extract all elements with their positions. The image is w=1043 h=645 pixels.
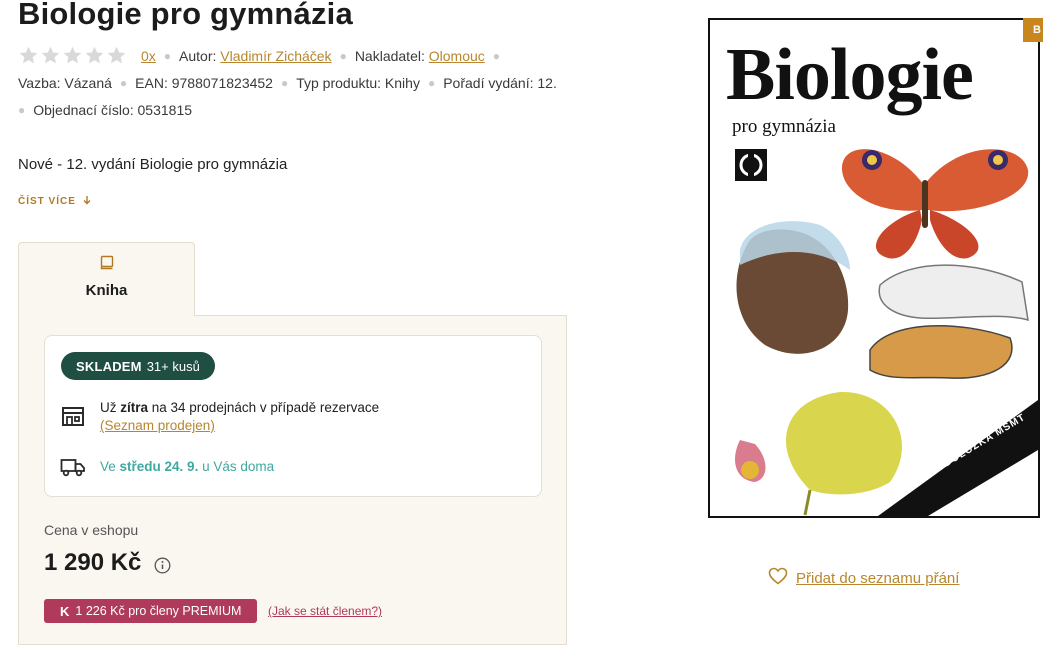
separator-dot: ●: [163, 48, 172, 63]
publisher-label: Nakladatel:: [354, 47, 425, 64]
separator-dot: ●: [18, 103, 26, 117]
star-icon: [84, 45, 105, 66]
stock-count: 31+ kusů: [146, 358, 200, 374]
separator-dot: ●: [492, 48, 501, 63]
premium-price-badge[interactable]: K 1 226 Kč pro členy PREMIUM: [44, 599, 258, 623]
stock-badge: SKLADEM 31+ kusů: [61, 352, 215, 380]
truck-icon: [60, 457, 86, 482]
home-delivery: Ve středu 24. 9. u Vás doma: [100, 459, 274, 474]
store-suffix: na 34 prodejnách v případě rezervace: [148, 400, 380, 415]
store-list-link[interactable]: (Seznam prodejen): [100, 418, 215, 433]
delivery-day: středu 24. 9.: [119, 459, 199, 474]
wishlist-label: Přidat do seznamu přání: [796, 569, 960, 587]
read-more-button[interactable]: ČÍST VÍCE: [18, 195, 92, 208]
product-meta-row-3: ● Objednací číslo: 0531815: [18, 102, 192, 118]
book-icon: [99, 255, 115, 276]
star-icon: [40, 45, 61, 66]
star-icon: [18, 45, 39, 66]
premium-logo-icon: K: [60, 603, 70, 619]
star-icon: [106, 45, 127, 66]
corner-badge: B: [1023, 18, 1043, 42]
ean-info: EAN: 9788071823452: [135, 75, 273, 91]
page-title: Biologie pro gymnázia: [18, 0, 353, 31]
order-number-info: Objednací číslo: 0531815: [33, 102, 193, 118]
product-description: Nové - 12. vydání Biologie pro gymnázia: [18, 156, 288, 173]
price: 1 290 Kč: [44, 549, 142, 576]
price-label: Cena v eshopu: [44, 522, 139, 538]
book-cover-image[interactable]: Biologie pro gymnázia DOLOŽKA MŠMT: [708, 18, 1040, 518]
separator-dot: ●: [280, 76, 289, 90]
arrow-down-icon: [82, 195, 92, 208]
store-day: zítra: [120, 400, 149, 415]
delivery-suffix: u Vás doma: [198, 459, 275, 474]
author-label: Autor:: [179, 47, 217, 64]
stock-status: SKLADEM: [76, 358, 142, 374]
tab-label: Kniha: [85, 282, 128, 299]
heart-icon: [768, 567, 788, 589]
info-icon[interactable]: [154, 557, 171, 579]
product-meta-row-1: 0x ● Autor: Vladimír Zicháček ● Nakladat…: [18, 45, 508, 66]
store-icon: [61, 405, 85, 432]
star-icon: [62, 45, 83, 66]
premium-price-text: 1 226 Kč pro členy PREMIUM: [75, 604, 242, 618]
separator-dot: ●: [119, 76, 128, 90]
membership-link[interactable]: (Jak se stát členem?): [268, 604, 382, 618]
add-to-wishlist-button[interactable]: Přidat do seznamu přání: [768, 567, 959, 589]
publisher-link[interactable]: Olomouc: [429, 48, 485, 64]
tab-kniha[interactable]: Kniha: [18, 242, 195, 316]
delivery-prefix: Ve: [100, 459, 120, 474]
edition-info: Pořadí vydání: 12.: [443, 75, 557, 91]
read-more-label: ČÍST VÍCE: [18, 196, 76, 207]
product-meta-row-2: Vazba: Vázaná ● EAN: 9788071823452 ● Typ…: [18, 75, 557, 91]
store-prefix: Už: [100, 400, 121, 415]
rating-stars[interactable]: [18, 45, 127, 66]
store-availability: Už zítra na 34 prodejnách v případě reze…: [100, 400, 379, 415]
separator-dot: ●: [339, 48, 347, 63]
author-link[interactable]: Vladimír Zicháček: [220, 48, 331, 64]
product-type-info: Typ produktu: Knihy: [296, 75, 420, 91]
rating-count-link[interactable]: 0x: [141, 48, 156, 64]
binding-info: Vazba: Vázaná: [18, 75, 112, 91]
separator-dot: ●: [427, 76, 436, 90]
